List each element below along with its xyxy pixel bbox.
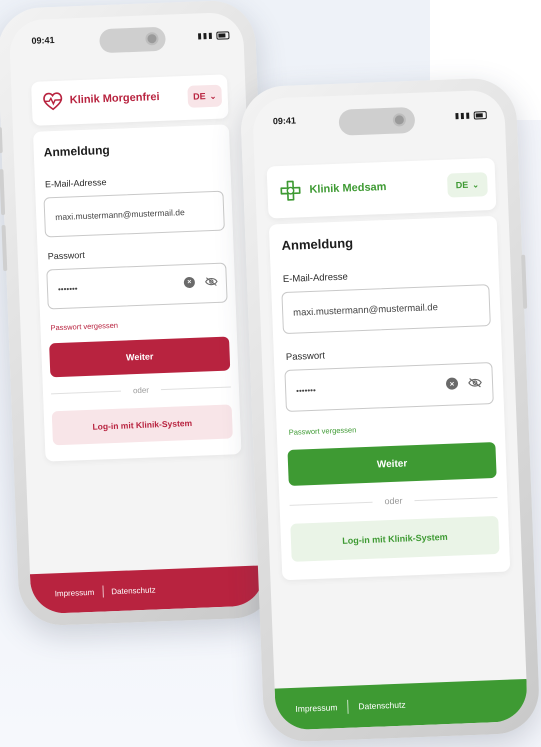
password-label: Passwort [285,350,326,363]
forgot-password-link[interactable]: Passwort vergessen [289,425,357,437]
eye-off-icon[interactable] [205,276,218,287]
language-label: DE [455,179,469,191]
phone-volume-down [1,224,8,272]
footer-bar: Impressum Datenschutz [274,678,529,731]
divider-line-right [160,386,231,391]
camera-icon [392,113,407,127]
clinic-system-login-button[interactable]: Log-in mit Klinik-System [290,515,500,562]
footer-link-impressum[interactable]: Impressum [295,702,337,714]
divider-text: oder [132,385,150,396]
language-label: DE [192,91,206,102]
forgot-password-link[interactable]: Passwort vergessen [50,321,118,333]
status-time: 09:41 [31,34,55,46]
email-field[interactable]: maxi.mustermann@mustermail.de [43,190,225,238]
password-field[interactable]: ••••••• × [284,362,494,412]
status-bar: 09:41 ▮▮▮ [9,12,244,61]
email-value: maxi.mustermann@mustermail.de [55,207,185,223]
language-selector[interactable]: DE ⌄ [187,84,223,108]
continue-button[interactable]: Weiter [287,441,497,486]
brand-name: Klinik Morgenfrei [69,90,160,107]
brand-header: Klinik Morgenfrei DE ⌄ [31,74,229,126]
medical-cross-icon [279,179,302,202]
footer-bar: Impressum Datenschutz [29,565,266,615]
clear-input-icon[interactable]: × [183,276,196,289]
email-label: E-Mail-Adresse [282,271,349,286]
password-value: ••••••• [57,283,78,294]
footer-separator [347,699,349,714]
divider-text: oder [384,495,403,507]
chevron-down-icon: ⌄ [472,179,480,190]
footer-link-impressum[interactable]: Impressum [55,587,95,598]
phone-screen: 09:41 ▮▮▮ Klinik Morgenfrei DE ⌄ Anmeldu… [8,11,266,615]
phone-medsam: 09:41 ▮▮▮ Klinik Medsam DE ⌄ Anmeldung E… [239,76,541,744]
or-divider: oder [51,382,231,398]
password-field[interactable]: ••••••• × [46,262,228,310]
phone-morgenfrei: 09:41 ▮▮▮ Klinik Morgenfrei DE ⌄ Anmeldu… [0,0,278,627]
login-card: Anmeldung E-Mail-Adresse maxi.mustermann… [268,215,511,581]
email-field[interactable]: maxi.mustermann@mustermail.de [281,284,491,335]
password-actions: × [445,376,482,390]
login-card: Anmeldung E-Mail-Adresse maxi.mustermann… [32,124,242,462]
password-label: Passwort [47,249,85,262]
phone-side-button [0,127,3,154]
divider-line-right [414,496,498,501]
signal-battery-icon: ▮▮▮ [455,110,488,120]
login-heading: Anmeldung [43,142,110,160]
clear-input-icon[interactable]: × [445,377,459,390]
password-actions: × [183,276,218,289]
or-divider: oder [289,492,498,510]
phone-screen: 09:41 ▮▮▮ Klinik Medsam DE ⌄ Anmeldung E… [251,89,529,731]
dynamic-island [99,26,166,54]
heart-pulse-icon [41,91,64,112]
password-value: ••••••• [296,385,316,396]
clinic-system-login-button[interactable]: Log-in mit Klinik-System [51,404,233,446]
divider-line-left [289,501,373,506]
brand-name: Klinik Medsam [309,180,387,196]
footer-link-datenschutz[interactable]: Datenschutz [111,585,156,596]
footer-separator [101,585,104,598]
dynamic-island [338,106,416,136]
eye-off-icon[interactable] [468,376,482,389]
continue-button[interactable]: Weiter [49,336,231,378]
chevron-down-icon: ⌄ [209,91,217,101]
status-time: 09:41 [272,115,297,127]
signal-battery-icon: ▮▮▮ [197,30,230,40]
login-heading: Anmeldung [281,235,354,254]
footer-link-datenschutz[interactable]: Datenschutz [358,700,406,712]
divider-line-left [51,390,122,395]
language-selector[interactable]: DE ⌄ [446,172,488,198]
brand-header: Klinik Medsam DE ⌄ [266,157,497,219]
email-value: maxi.mustermann@mustermail.de [292,301,439,319]
phone-volume-up [0,169,6,216]
email-label: E-Mail-Adresse [44,177,107,190]
camera-icon [145,31,159,46]
status-bar: 09:41 ▮▮▮ [252,89,505,139]
